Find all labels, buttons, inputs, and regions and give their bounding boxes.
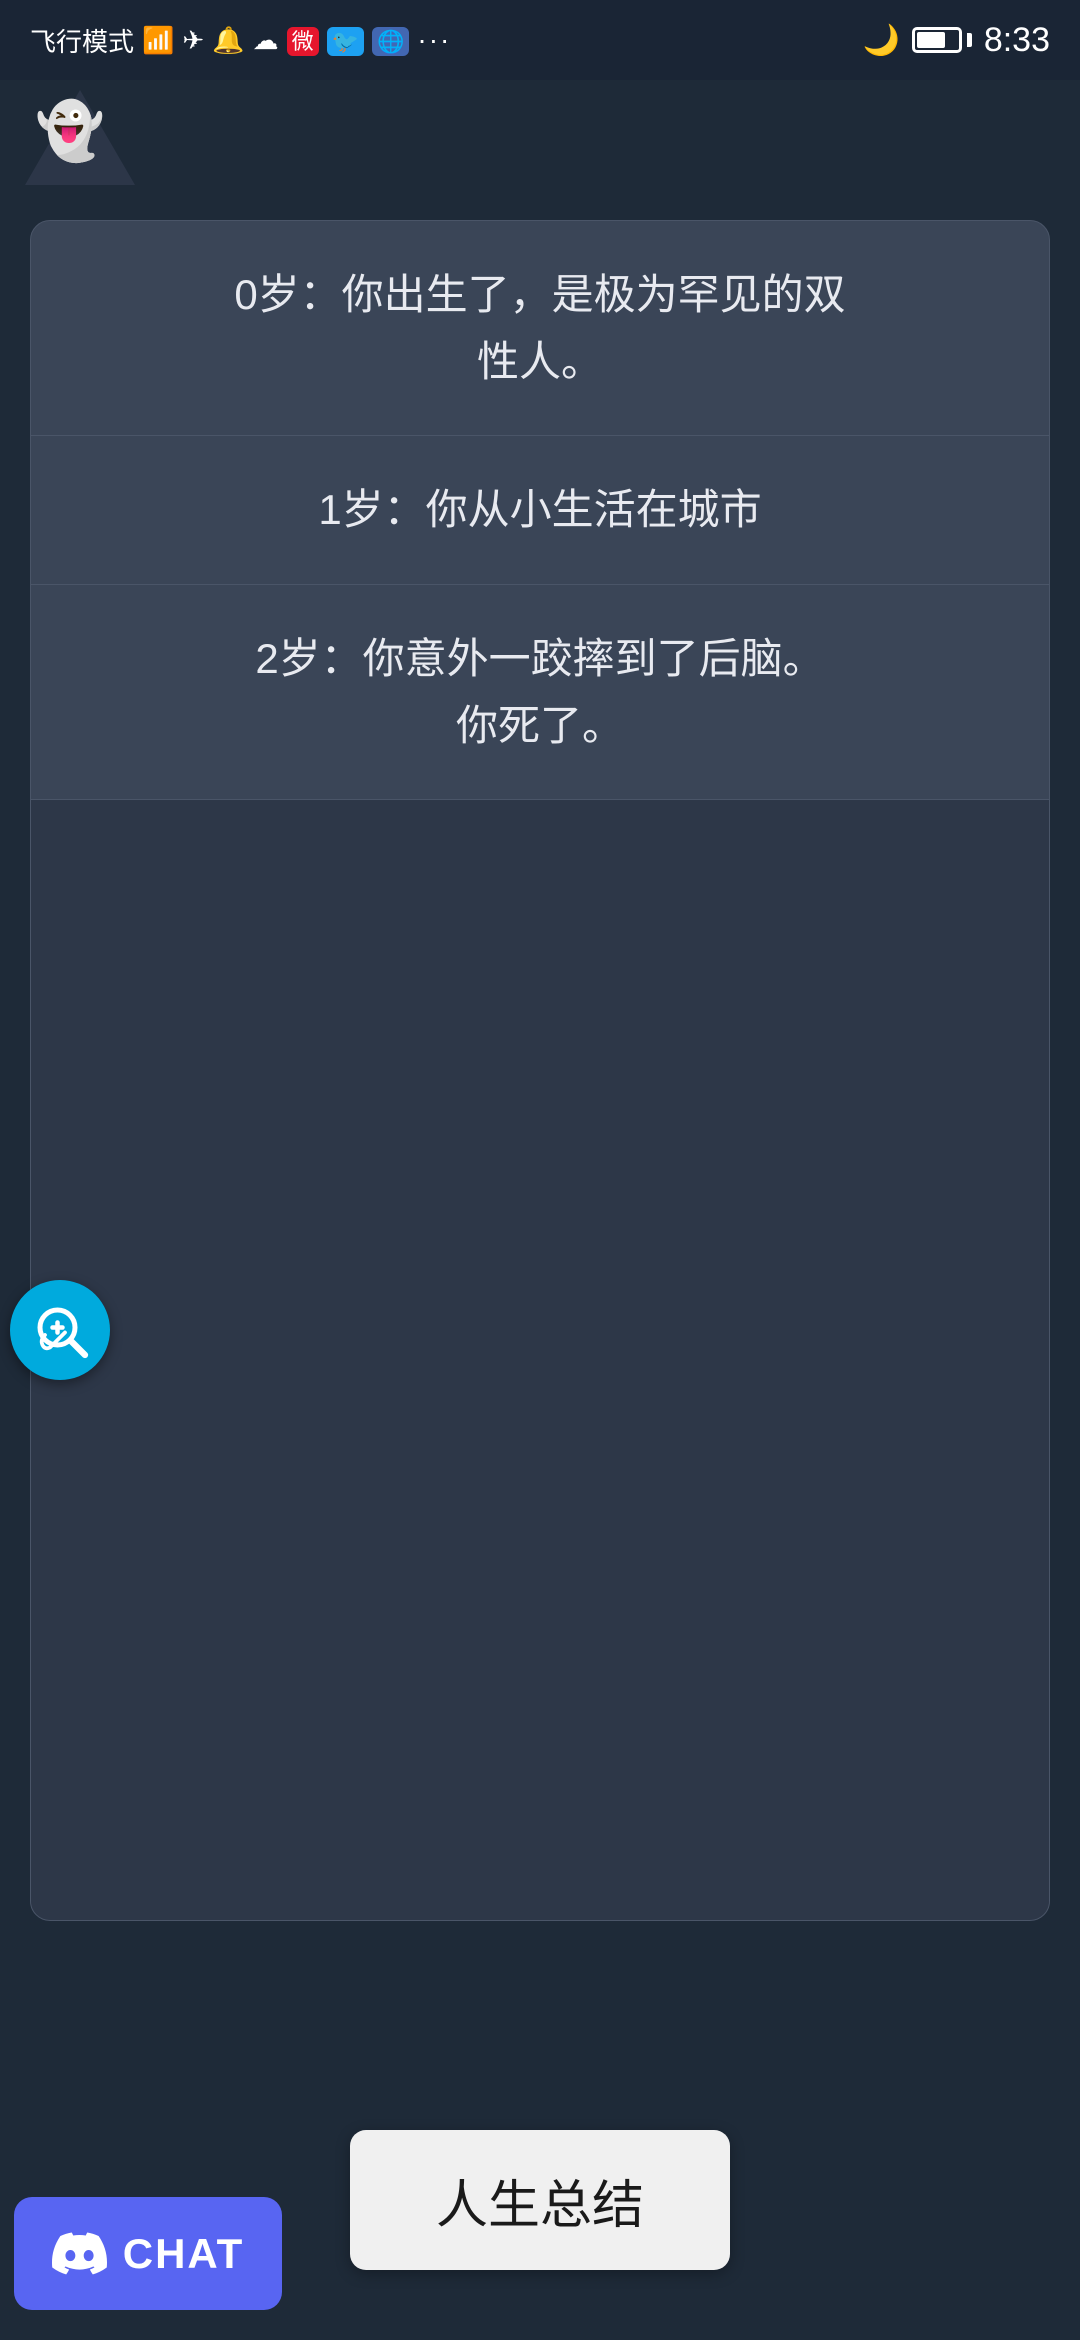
status-left: 飞行模式 📶 ✈ 🔔 ☁ 微 🐦 🌐 ··· [30,22,451,59]
app-header: 👻 [0,80,1080,200]
event-2-text: 2岁：你意外一跤摔到了后脑。你死了。 [81,625,999,759]
discord-logo-icon [52,2226,107,2281]
app2-icon: 🌐 [372,24,409,56]
event-0-text: 0岁：你出生了，是极为罕见的双性人。 [81,261,999,395]
event-row-0: 0岁：你出生了，是极为罕见的双性人。 [31,221,1049,436]
battery-indicator [912,27,972,53]
plane-icon: ✈ [182,25,204,56]
status-bar: 飞行模式 📶 ✈ 🔔 ☁ 微 🐦 🌐 ··· 🌙 8:33 [0,0,1080,80]
discord-chat-button[interactable]: CHAT [14,2197,282,2310]
moon-icon: 🌙 [862,23,899,58]
app-logo-icon: 👻 [35,98,105,164]
wifi-icon: 📶 [142,25,174,56]
main-content-card: 0岁：你出生了，是极为罕见的双性人。 1岁：你从小生活在城市 2岁：你意外一跤摔… [30,220,1050,1921]
flight-mode-text: 飞行模式 [30,22,134,59]
floating-tool-button[interactable] [10,1280,110,1380]
weibo-icon: 微 [287,24,319,56]
cloud-icon: ☁ [253,25,279,56]
empty-content-area [31,800,1049,1920]
status-right: 🌙 8:33 [862,21,1050,60]
event-row-1: 1岁：你从小生活在城市 [31,436,1049,584]
tool-search-icon [30,1300,90,1360]
event-1-text: 1岁：你从小生活在城市 [81,476,999,543]
time-display: 8:33 [984,21,1050,60]
summary-button-label: 人生总结 [436,2177,644,2235]
dots-icon: ··· [417,24,451,56]
logo-container: 👻 [30,90,130,190]
app1-icon: 🐦 [327,24,364,56]
event-row-2: 2岁：你意外一跤摔到了后脑。你死了。 [31,585,1049,800]
bell-icon: 🔔 [212,25,244,56]
summary-button[interactable]: 人生总结 [350,2130,730,2270]
discord-chat-label: CHAT [123,2230,245,2278]
